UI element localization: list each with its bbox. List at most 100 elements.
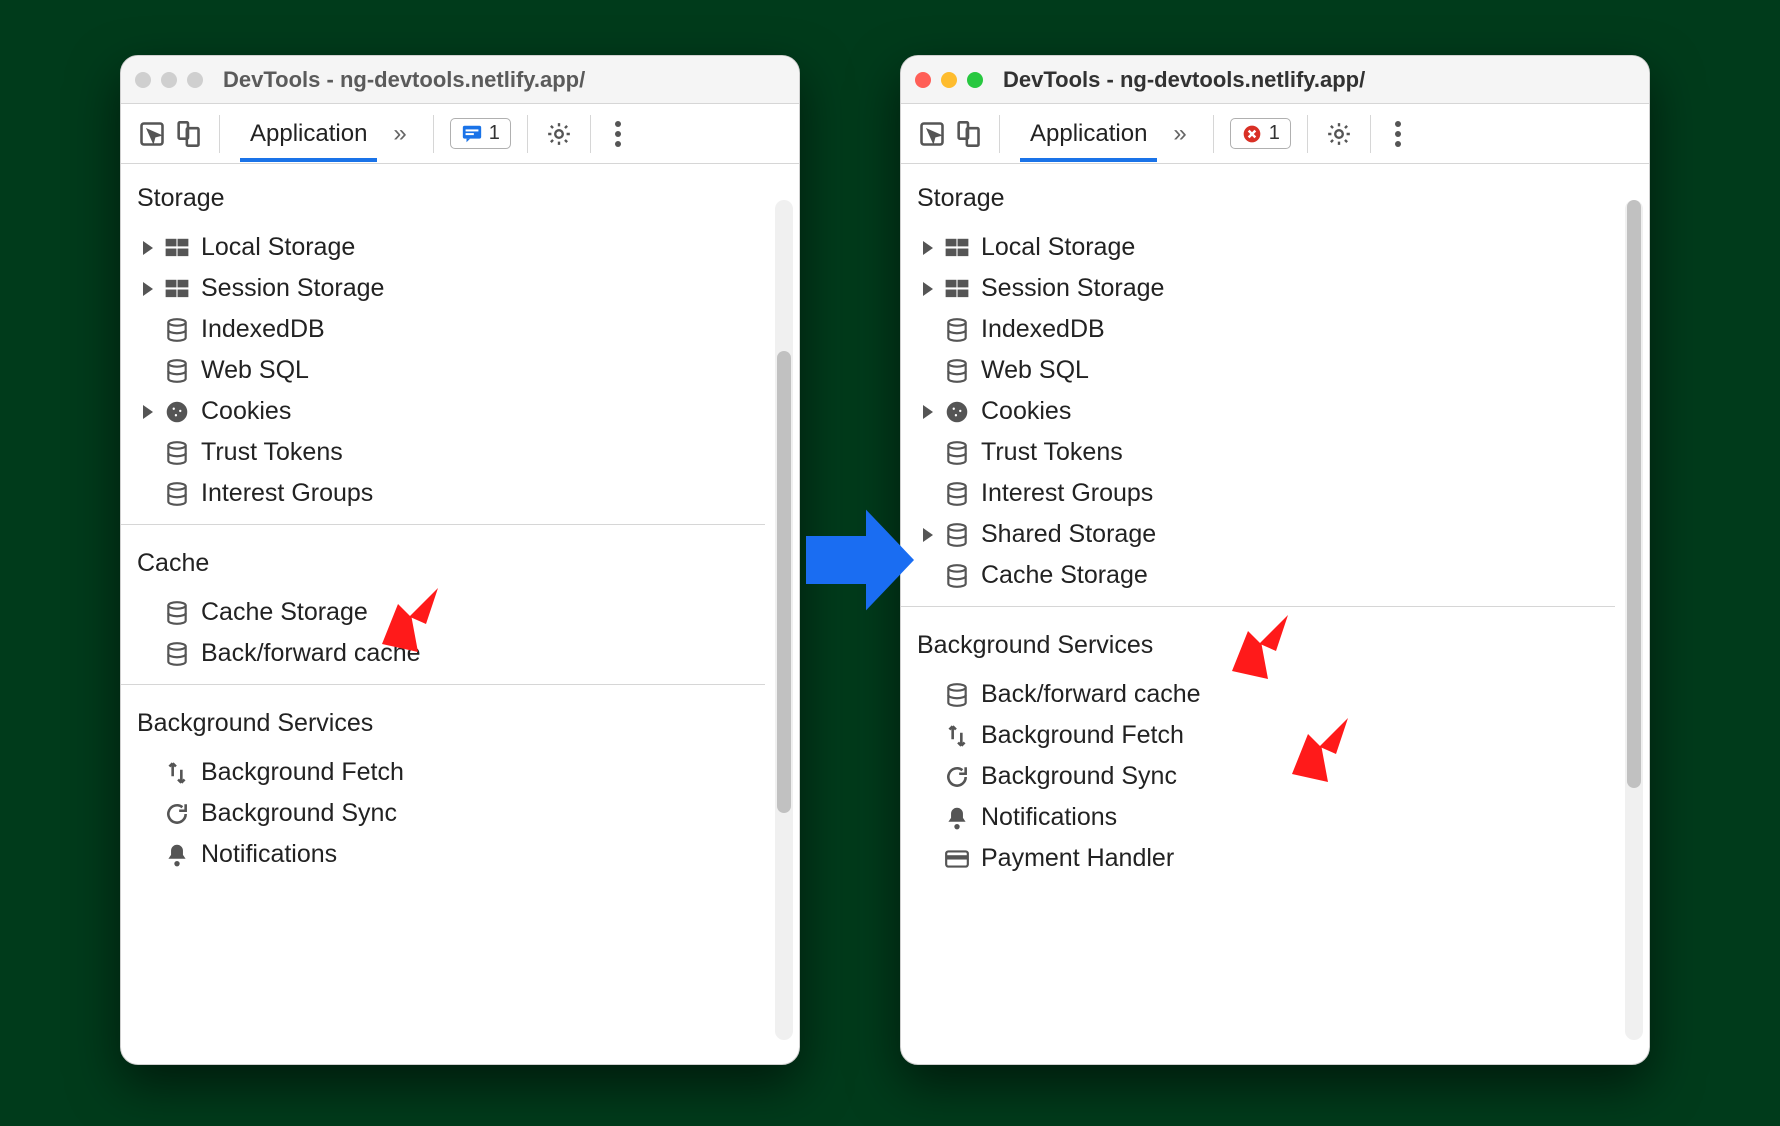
bell-icon [943, 804, 971, 832]
kebab-menu[interactable] [607, 121, 629, 147]
tree-item[interactable]: Session Storage [121, 268, 765, 309]
chat-icon [461, 123, 483, 145]
toolbar: Application » 1 [121, 104, 799, 164]
fetch-icon [163, 759, 191, 787]
gear-icon[interactable] [1324, 119, 1354, 149]
cookie-icon [943, 398, 971, 426]
db-icon [943, 439, 971, 467]
db-icon [943, 480, 971, 508]
table-icon [943, 234, 971, 262]
bell-icon [163, 841, 191, 869]
expand-caret-icon[interactable] [923, 282, 933, 296]
console-errors-badge[interactable]: 1 [1230, 118, 1291, 149]
tree-item[interactable]: Cookies [901, 391, 1615, 432]
tree-item[interactable]: Notifications [901, 797, 1615, 838]
devtools-window-after: DevTools - ng-devtools.netlify.app/ Appl… [900, 55, 1650, 1065]
tree-item-label: Web SQL [201, 356, 309, 385]
tree-item[interactable]: Local Storage [901, 227, 1615, 268]
sync-icon [163, 800, 191, 828]
tree-item[interactable]: Local Storage [121, 227, 765, 268]
tree-item-label: Web SQL [981, 356, 1089, 385]
close-dot[interactable] [135, 72, 151, 88]
tree-item-label: Background Sync [201, 799, 397, 828]
tree-item[interactable]: Session Storage [901, 268, 1615, 309]
tree-item[interactable]: IndexedDB [901, 309, 1615, 350]
section-divider [121, 684, 765, 685]
expand-caret-icon[interactable] [143, 282, 153, 296]
expand-caret-icon[interactable] [923, 405, 933, 419]
scrollbar[interactable] [1625, 200, 1643, 1040]
minimize-dot[interactable] [161, 72, 177, 88]
device-icon[interactable] [953, 119, 983, 149]
tree-item[interactable]: Shared Storage [901, 514, 1615, 555]
tree-item[interactable]: Background Sync [901, 756, 1615, 797]
tree-item[interactable]: Interest Groups [121, 473, 765, 514]
tree-item[interactable]: IndexedDB [121, 309, 765, 350]
tree-item[interactable]: Cookies [121, 391, 765, 432]
window-title: DevTools - ng-devtools.netlify.app/ [1003, 67, 1365, 93]
zoom-dot[interactable] [967, 72, 983, 88]
tree-item-label: Back/forward cache [981, 680, 1201, 709]
expand-caret-icon[interactable] [923, 241, 933, 255]
more-tabs-chevron[interactable]: » [383, 120, 416, 148]
expand-caret-icon[interactable] [143, 241, 153, 255]
device-icon[interactable] [173, 119, 203, 149]
tree-item-label: Trust Tokens [981, 438, 1123, 467]
window-title: DevTools - ng-devtools.netlify.app/ [223, 67, 585, 93]
tree-item-label: IndexedDB [981, 315, 1105, 344]
more-tabs-chevron[interactable]: » [1163, 120, 1196, 148]
tree-item[interactable]: Interest Groups [901, 473, 1615, 514]
devtools-window-before: DevTools - ng-devtools.netlify.app/ Appl… [120, 55, 800, 1065]
section-heading: Storage [121, 170, 765, 227]
section-heading: Background Services [121, 695, 765, 752]
kebab-menu[interactable] [1387, 121, 1409, 147]
titlebar: DevTools - ng-devtools.netlify.app/ [901, 56, 1649, 104]
tree-item[interactable]: Cache Storage [901, 555, 1615, 596]
tree-item[interactable]: Web SQL [901, 350, 1615, 391]
gear-icon[interactable] [544, 119, 574, 149]
tab-application[interactable]: Application [1020, 106, 1157, 162]
tree-item[interactable]: Trust Tokens [901, 432, 1615, 473]
tree-item[interactable]: Background Fetch [121, 752, 765, 793]
minimize-dot[interactable] [941, 72, 957, 88]
tree-item-label: Cookies [201, 397, 291, 426]
db-icon [943, 521, 971, 549]
cookie-icon [163, 398, 191, 426]
tree-item[interactable]: Payment Handler [901, 838, 1615, 879]
badge-count: 1 [489, 122, 500, 145]
db-icon [943, 562, 971, 590]
scrollbar[interactable] [775, 200, 793, 1040]
tree-item-label: Background Fetch [201, 758, 404, 787]
db-icon [163, 439, 191, 467]
db-icon [943, 316, 971, 344]
inspect-icon[interactable] [917, 119, 947, 149]
db-icon [943, 357, 971, 385]
tree-item-label: Cookies [981, 397, 1071, 426]
tree-item-label: Payment Handler [981, 844, 1174, 873]
tree-item-label: Shared Storage [981, 520, 1156, 549]
db-icon [163, 480, 191, 508]
pointer-arrow-icon [1220, 603, 1300, 683]
tree-item[interactable]: Web SQL [121, 350, 765, 391]
tree-item-label: Session Storage [201, 274, 384, 303]
error-icon [1241, 123, 1263, 145]
fetch-icon [943, 722, 971, 750]
tree-item[interactable]: Trust Tokens [121, 432, 765, 473]
tree-item-label: Cache Storage [981, 561, 1148, 590]
tree-item-label: Interest Groups [981, 479, 1153, 508]
tree-item-label: Local Storage [981, 233, 1135, 262]
table-icon [943, 275, 971, 303]
tree-item[interactable]: Notifications [121, 834, 765, 875]
titlebar: DevTools - ng-devtools.netlify.app/ [121, 56, 799, 104]
expand-caret-icon[interactable] [143, 405, 153, 419]
inspect-icon[interactable] [137, 119, 167, 149]
console-messages-badge[interactable]: 1 [450, 118, 511, 149]
tree-item-label: Local Storage [201, 233, 355, 262]
card-icon [943, 845, 971, 873]
tab-application[interactable]: Application [240, 106, 377, 162]
tree-item[interactable]: Background Sync [121, 793, 765, 834]
zoom-dot[interactable] [187, 72, 203, 88]
table-icon [163, 234, 191, 262]
tree-item[interactable]: Background Fetch [901, 715, 1615, 756]
close-dot[interactable] [915, 72, 931, 88]
